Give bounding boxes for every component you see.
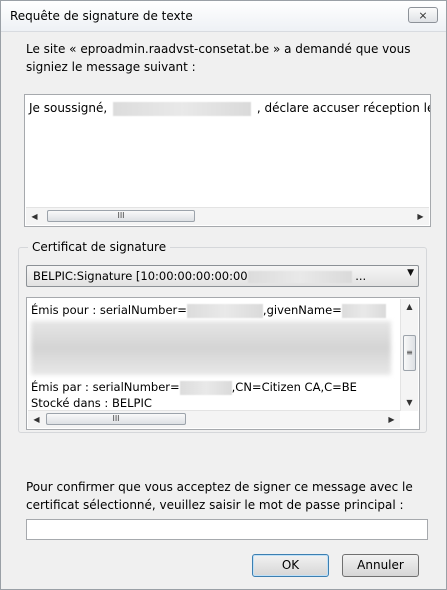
certificate-select[interactable]: BELPIC:Signature [10:00:00:00:00:00 ... …: [26, 265, 419, 287]
confirm-instructions: Pour confirmer que vous acceptez de sign…: [26, 478, 426, 514]
certificate-details-textbox[interactable]: Émis pour : serialNumber= ,givenName= Émi…: [26, 297, 420, 430]
redacted-cert-id: [247, 270, 352, 283]
intro-text: Le site « eproadmin.raadvst-consetat.be …: [26, 40, 426, 76]
scroll-down-icon[interactable]: ▼: [401, 395, 418, 411]
issued-by-value: ,CN=Citizen CA,C=BE: [231, 380, 357, 394]
confirm-line-2: certificat sélectionné, veuillez saisir …: [26, 498, 404, 512]
redacted-given-name: [341, 303, 386, 318]
master-password-input[interactable]: [26, 519, 428, 540]
redacted-issuer-serial: [179, 380, 232, 395]
issued-for-line: Émis pour : serialNumber= ,givenName=: [31, 303, 386, 318]
ok-button[interactable]: OK: [252, 554, 329, 577]
message-text: Je soussigné, , déclare accuser réceptio…: [29, 100, 431, 116]
certificate-horizontal-scrollbar[interactable]: ◀ III ▶: [28, 410, 400, 428]
message-textbox[interactable]: Je soussigné, , déclare accuser réceptio…: [24, 94, 431, 227]
message-prefix: Je soussigné,: [29, 101, 108, 115]
intro-line-2: signiez le message suivant :: [26, 60, 196, 74]
vertical-scroll-thumb[interactable]: ≡: [403, 335, 416, 371]
scroll-right-icon[interactable]: ▶: [383, 411, 400, 428]
issued-by-label: Émis par : serialNumber=: [31, 380, 180, 394]
issued-for-label: Émis pour : serialNumber=: [31, 303, 187, 317]
dialog-title: Requête de signature de texte: [10, 9, 193, 23]
redacted-details: [31, 321, 391, 375]
certificate-group-label: Certificat de signature: [28, 239, 171, 255]
certificate-selected-ellipsis: ...: [351, 269, 367, 283]
scroll-thumb[interactable]: III: [47, 210, 195, 222]
scroll-thumb[interactable]: III: [46, 413, 186, 425]
close-icon: ⨯: [418, 9, 428, 22]
message-horizontal-scrollbar[interactable]: ◀ III ▶: [26, 207, 429, 225]
certificate-selected-text: BELPIC:Signature [10:00:00:00:00:00: [33, 269, 248, 283]
confirm-line-1: Pour confirmer que vous acceptez de sign…: [26, 480, 413, 494]
title-bar: Requête de signature de texte ⨯: [1, 1, 446, 32]
scroll-up-icon[interactable]: ▲: [401, 299, 418, 315]
scroll-left-icon[interactable]: ◀: [28, 411, 45, 428]
issued-by-line: Émis par : serialNumber= ,CN=Citizen CA,C…: [31, 380, 357, 395]
certificate-selected-value: BELPIC:Signature [10:00:00:00:00:00 ...: [33, 269, 366, 283]
chevron-down-icon: ▼: [407, 268, 414, 278]
certificate-vertical-scrollbar[interactable]: ▲ ≡ ▼: [400, 299, 418, 411]
message-suffix: , déclare accuser réception le 0: [256, 101, 431, 115]
intro-line-1: Le site « eproadmin.raadvst-consetat.be …: [26, 42, 411, 56]
cancel-button[interactable]: Annuler: [342, 554, 419, 577]
stored-in-line: Stocké dans : BELPIC: [31, 396, 152, 410]
close-button[interactable]: ⨯: [408, 7, 438, 23]
redacted-name: [113, 101, 252, 116]
redacted-serial: [186, 303, 263, 318]
scroll-right-icon[interactable]: ▶: [412, 208, 429, 225]
scroll-left-icon[interactable]: ◀: [26, 208, 43, 225]
given-name-label: ,givenName=: [262, 303, 342, 317]
